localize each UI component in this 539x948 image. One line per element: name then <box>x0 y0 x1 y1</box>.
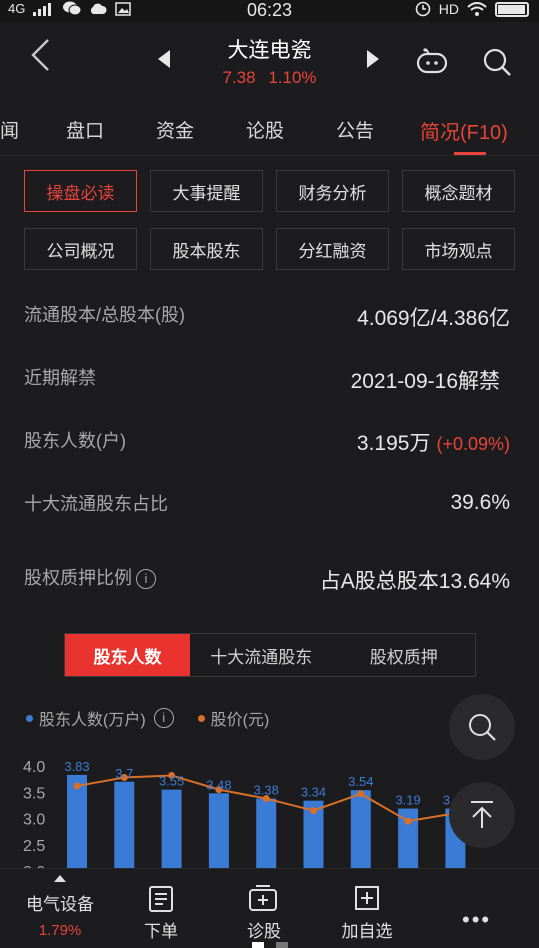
status-bar: 4G 06:23 HD <box>0 0 539 22</box>
diagnose-icon[interactable] <box>248 885 278 913</box>
tab-f10-profile[interactable]: 简况(F10) <box>420 116 508 145</box>
info-icon[interactable]: i <box>153 708 174 728</box>
bar-value-label: 3.83 <box>64 759 89 774</box>
bar-value-label: 3.7 <box>115 766 133 781</box>
btn-company-overview[interactable]: 公司概况 <box>24 228 137 270</box>
unlock-value: 2021-09-16解禁 <box>350 370 500 393</box>
holders-row-value: 3.195万 (+0.09%) <box>357 427 510 457</box>
bar-value-label: 3.48 <box>206 777 231 792</box>
info-icon[interactable]: i <box>136 569 156 589</box>
search-icon[interactable] <box>481 46 513 78</box>
btn-shareholders[interactable]: 股本股东 <box>150 228 263 270</box>
shares-label: 流通股本/总股本(股) <box>24 305 185 325</box>
top10-label: 十大流通股东占比 <box>24 494 168 514</box>
bar-value-label: 3.19 <box>395 793 420 808</box>
top10-value: 39.6% <box>450 491 510 514</box>
seg-shareholder-count[interactable]: 股东人数 <box>65 634 190 676</box>
btn-financial-analysis[interactable]: 财务分析 <box>276 170 389 212</box>
holder-count-bar <box>208 793 229 876</box>
y-tick-label: 2.5 <box>23 838 45 855</box>
btn-concept-themes[interactable]: 概念题材 <box>402 170 515 212</box>
hd-label: HD <box>438 1 459 17</box>
tab-discussion[interactable]: 论股 <box>246 116 284 143</box>
price-point <box>357 790 365 798</box>
btn-dividends-financing[interactable]: 分红融资 <box>276 228 389 270</box>
y-tick-label: 4.0 <box>23 759 45 776</box>
unlock-label: 近期解禁 <box>24 368 96 388</box>
price-point <box>310 807 317 815</box>
robot-icon[interactable] <box>416 48 448 74</box>
order-button[interactable]: 下单 <box>121 917 201 942</box>
tab-funds[interactable]: 资金 <box>156 116 194 143</box>
holders-legend-dot <box>26 714 33 722</box>
search-icon <box>469 714 496 741</box>
bottom-bar: 电气设备 1.79% 下单 诊股 加自选 ••• <box>0 868 539 948</box>
seg-pledge[interactable]: 股权质押 <box>333 634 476 676</box>
sector-change: 1.79% <box>38 922 82 939</box>
status-right: HD <box>415 1 529 17</box>
holder-count-bar <box>350 790 371 876</box>
chart-legend: 股东人数(万户) i 股价(元) <box>26 706 269 730</box>
price-point <box>404 817 412 825</box>
tab-bar: 闻 盘口 资金 论股 公告 简况(F10) <box>0 102 539 156</box>
holders-label: 股东人数(户) <box>24 431 126 451</box>
y-tick-label: 3.0 <box>23 812 45 829</box>
arrow-up-to-top-icon <box>471 801 493 828</box>
stock-price: 7.38 <box>222 68 256 87</box>
holder-count-bar <box>256 798 277 876</box>
sector-name: 电气设备 <box>26 895 94 914</box>
order-icon[interactable] <box>148 885 174 913</box>
page-indicator-active <box>252 942 264 948</box>
pledge-label: 股权质押比例 <box>24 568 132 588</box>
holders-legend-label: 股东人数(万户) <box>39 712 146 729</box>
holders-value: 3.195万 <box>356 432 431 455</box>
seg-top10-holders[interactable]: 十大流通股东 <box>190 634 333 676</box>
shares-value: 4.069亿/4.386亿 <box>357 307 510 330</box>
diagnose-button[interactable]: 诊股 <box>224 917 304 942</box>
add-watchlist-button[interactable]: 加自选 <box>327 917 407 942</box>
btn-trading-must-read[interactable]: 操盘必读 <box>24 170 137 212</box>
floating-search-button[interactable] <box>449 694 515 760</box>
holder-count-bar <box>161 789 182 876</box>
active-tab-underline <box>454 152 486 155</box>
price-legend-dot <box>197 714 205 722</box>
next-stock-button[interactable] <box>367 50 379 68</box>
caret-up-icon <box>54 875 66 882</box>
stock-change-pct: 1.10% <box>268 68 317 87</box>
price-point <box>73 782 81 790</box>
pledge-value: 占A股总股本13.64% <box>319 570 510 593</box>
bar-value-label: 3.54 <box>348 774 373 789</box>
holders-change: (+0.09%) <box>436 434 510 454</box>
tab-quote[interactable]: 盘口 <box>66 116 104 143</box>
btn-major-events[interactable]: 大事提醒 <box>150 170 263 212</box>
sector-info[interactable]: 电气设备 1.79% <box>20 875 100 939</box>
btn-market-views[interactable]: 市场观点 <box>402 228 515 270</box>
bar-value-label: 3.55 <box>159 774 184 789</box>
tab-announcements[interactable]: 公告 <box>336 116 374 143</box>
chart-segment-control: 股东人数 十大流通股东 股权质押 <box>64 633 476 677</box>
price-legend-label: 股价(元) <box>210 712 270 729</box>
holder-count-bar <box>67 774 87 876</box>
wifi-icon <box>467 1 487 16</box>
bar-value-label: 3.34 <box>301 785 326 800</box>
more-button[interactable]: ••• <box>462 907 491 933</box>
tab-news[interactable]: 闻 <box>0 116 19 143</box>
y-tick-label: 3.5 <box>23 785 45 802</box>
bar-value-label: 3.38 <box>254 783 279 798</box>
scroll-top-button[interactable] <box>449 782 515 848</box>
page-indicator <box>276 942 288 948</box>
holder-count-bar <box>114 781 135 876</box>
stock-name: 大连电瓷 <box>227 39 312 62</box>
battery-icon <box>495 1 529 17</box>
alarm-icon <box>415 1 431 17</box>
add-watchlist-icon[interactable] <box>354 885 380 911</box>
stock-header: 大连电瓷 7.38 1.10% <box>0 22 539 102</box>
pledge-label-row: 股权质押比例 i <box>24 564 156 590</box>
stock-quote: 7.38 1.10% <box>0 68 539 88</box>
